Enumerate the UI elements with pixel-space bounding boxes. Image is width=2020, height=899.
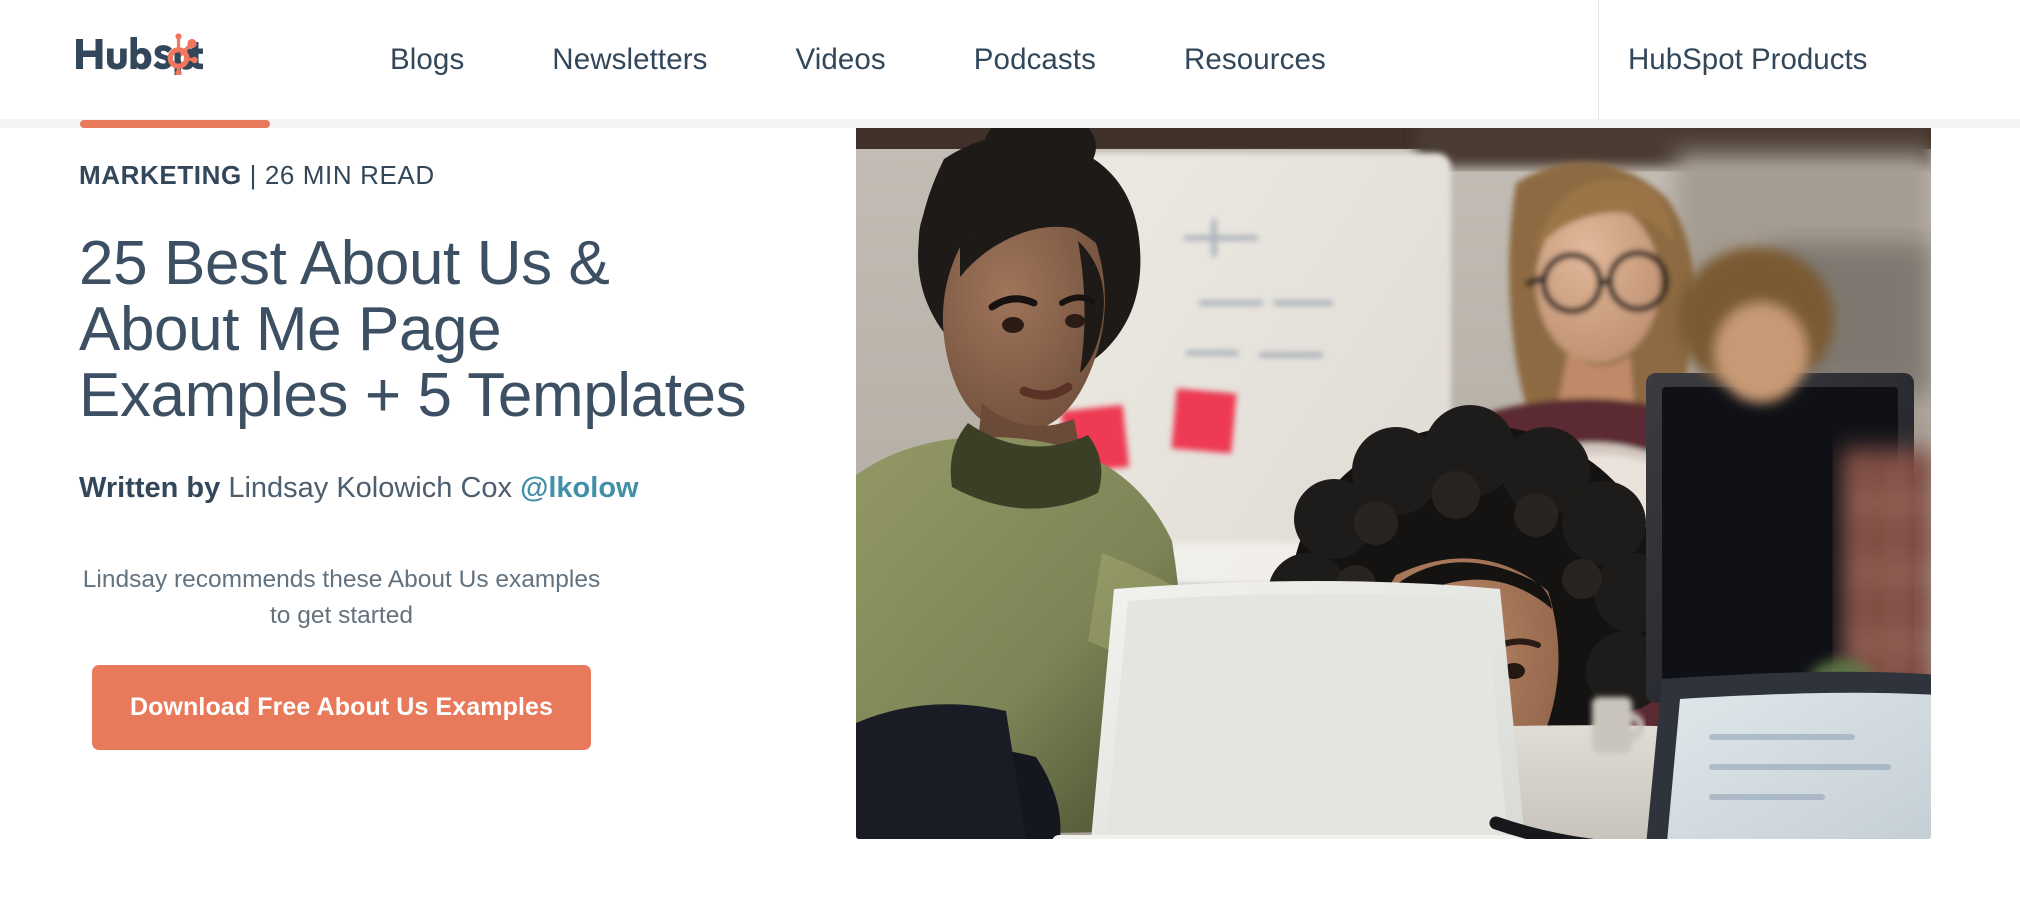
article-byline: Written by Lindsay Kolowich Cox @lkolow [79, 470, 799, 508]
hubspot-products-link[interactable]: HubSpot Products [1628, 0, 1867, 119]
hubspot-logo[interactable] [74, 30, 206, 76]
reading-progress-bar [80, 120, 270, 128]
site-header: Blogs Newsletters Videos Podcasts Resour… [0, 0, 2020, 119]
nav-item-videos[interactable]: Videos [752, 43, 930, 77]
hero-image-graphic [856, 123, 1931, 839]
main-navigation: Blogs Newsletters Videos Podcasts Resour… [390, 0, 1370, 119]
cta-container: Download Free About Us Examples [79, 665, 604, 751]
article-intro-column: MARKETING | 26 MIN READ 25 Best About Us… [79, 160, 799, 751]
byline-author[interactable]: Lindsay Kolowich Cox [228, 472, 512, 504]
nav-item-newsletters[interactable]: Newsletters [508, 43, 751, 77]
article-header-page: Blogs Newsletters Videos Podcasts Resour… [0, 0, 2020, 899]
header-divider [1598, 0, 1599, 119]
byline-prefix: Written by [79, 472, 221, 505]
article-read-time: | 26 MIN READ [241, 160, 435, 190]
article-eyebrow: MARKETING | 26 MIN READ [79, 160, 799, 191]
byline-handle[interactable]: @lkolow [520, 472, 639, 504]
hero-image [856, 123, 1931, 839]
download-examples-button[interactable]: Download Free About Us Examples [91, 665, 592, 751]
hubspot-logo-icon [76, 33, 203, 75]
article-category[interactable]: MARKETING [79, 160, 242, 190]
nav-item-resources[interactable]: Resources [1140, 43, 1370, 77]
reading-progress-track [0, 119, 2020, 128]
nav-item-blogs[interactable]: Blogs [390, 43, 508, 77]
recommendation-text: Lindsay recommends these About Us exampl… [82, 566, 601, 629]
page-title: 25 Best About Us & About Me Page Example… [79, 229, 747, 430]
nav-item-podcasts[interactable]: Podcasts [930, 43, 1140, 77]
